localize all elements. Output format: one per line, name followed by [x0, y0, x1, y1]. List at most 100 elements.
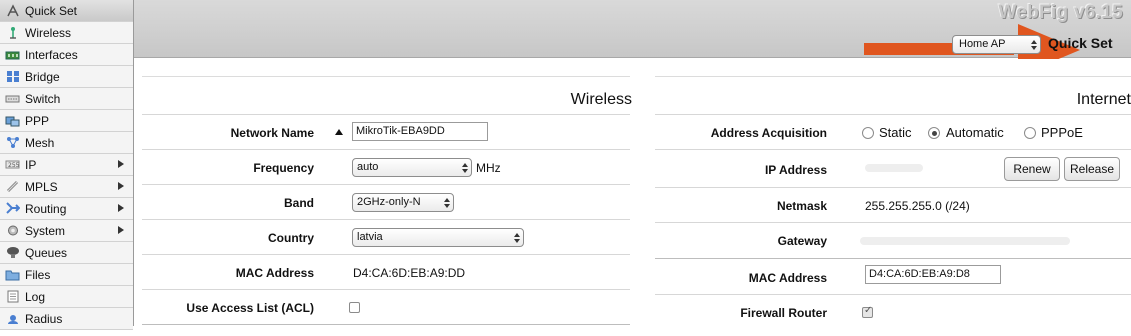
network-name-label: Network Name	[230, 126, 314, 140]
acquisition-static-label[interactable]: Static	[879, 125, 912, 140]
acquisition-automatic-label[interactable]: Automatic	[946, 125, 1004, 140]
sidebar-item-mesh[interactable]: Mesh	[0, 132, 133, 154]
submenu-arrow-icon	[118, 160, 124, 168]
gateway-label: Gateway	[777, 234, 827, 248]
ip-address-label: IP Address	[764, 163, 827, 177]
acquisition-pppoe-radio[interactable]	[1024, 127, 1036, 139]
sidebar-item-radius[interactable]: Radius	[0, 308, 133, 330]
country-select[interactable]: latvia	[352, 228, 524, 247]
frequency-unit: MHz	[476, 161, 501, 175]
header: WebFig v6.15 Home AP Quick Set	[134, 0, 1131, 76]
ip-address-row: IP Address Renew Release	[655, 149, 1131, 187]
wireless-title: Wireless	[570, 91, 632, 108]
main-content: Wireless Network Name MikroTik-EBA9DD Fr…	[134, 59, 1131, 326]
internet-mac-label: MAC Address	[748, 271, 827, 285]
svg-text:255: 255	[8, 162, 20, 169]
sidebar-item-label: Log	[25, 289, 46, 304]
internet-mac-input[interactable]: D4:CA:6D:EB:A9:D8	[865, 265, 1001, 284]
submenu-arrow-icon	[118, 204, 124, 212]
country-select-value: latvia	[357, 231, 383, 243]
wireless-mac-row: MAC Address D4:CA:6D:EB:A9:DD	[142, 254, 630, 289]
wireless-mac-value: D4:CA:6D:EB:A9:DD	[353, 266, 466, 280]
sort-up-icon[interactable]	[335, 129, 343, 135]
band-select[interactable]: 2GHz-only-N	[352, 193, 454, 212]
acl-row: Use Access List (ACL)	[142, 289, 630, 324]
sidebar-item-label: Queues	[25, 245, 68, 260]
frequency-select[interactable]: auto	[352, 158, 472, 177]
sidebar-item-wireless[interactable]: Wireless	[0, 22, 133, 44]
ip-icon: 255	[5, 158, 20, 171]
acquisition-static-radio[interactable]	[862, 127, 874, 139]
release-button[interactable]: Release	[1064, 157, 1120, 181]
sidebar-item-label: Radius	[25, 311, 63, 326]
panel-divider	[655, 76, 1131, 77]
acl-checkbox[interactable]	[349, 302, 360, 313]
sidebar-item-routing[interactable]: Routing	[0, 198, 133, 220]
log-icon	[5, 290, 20, 303]
sidebar-item-label: Files	[25, 267, 51, 282]
sidebar-item-ppp[interactable]: PPP	[0, 110, 133, 132]
acl-label: Use Access List (ACL)	[186, 301, 314, 315]
sidebar-item-system[interactable]: System	[0, 220, 133, 242]
files-icon	[5, 268, 20, 281]
sidebar-item-ip[interactable]: 255 IP	[0, 154, 133, 176]
page-title: Quick Set	[1048, 35, 1113, 51]
wireless-icon	[5, 26, 20, 39]
system-icon	[5, 224, 20, 237]
country-row: Country latvia	[142, 219, 630, 254]
radius-icon	[5, 312, 20, 325]
frequency-row: Frequency auto MHz	[142, 149, 630, 184]
netmask-row: Netmask 255.255.255.0 (/24)	[655, 187, 1131, 222]
mesh-icon	[5, 136, 20, 149]
gateway-value-blurred	[860, 237, 1070, 245]
routing-icon	[5, 202, 20, 215]
firewall-label: Firewall Router	[740, 306, 827, 320]
acquisition-pppoe-label[interactable]: PPPoE	[1041, 125, 1083, 140]
network-name-row: Network Name MikroTik-EBA9DD	[142, 114, 630, 149]
mpls-icon	[5, 180, 20, 193]
band-label: Band	[284, 196, 314, 210]
renew-button[interactable]: Renew	[1004, 157, 1060, 181]
internet-panel: Internet Address Acquisition Static Auto…	[655, 76, 1131, 336]
sidebar-item-queues[interactable]: Queues	[0, 242, 133, 264]
sidebar-item-label: Mesh	[25, 135, 55, 150]
sidebar-item-quick-set[interactable]: Quick Set	[0, 0, 133, 22]
sidebar-item-switch[interactable]: Switch	[0, 88, 133, 110]
sidebar-item-bridge[interactable]: Bridge	[0, 66, 133, 88]
bridge-icon	[5, 70, 20, 83]
ppp-icon	[5, 114, 20, 127]
acquisition-label: Address Acquisition	[710, 126, 827, 140]
wireless-mac-label: MAC Address	[235, 266, 314, 280]
acquisition-row: Address Acquisition Static Automatic PPP…	[655, 114, 1131, 149]
frequency-label: Frequency	[253, 161, 314, 175]
sidebar: Quick Set Wireless Interfaces Bridge Swi…	[0, 0, 134, 330]
sidebar-item-label: PPP	[25, 113, 50, 128]
sidebar-item-files[interactable]: Files	[0, 264, 133, 286]
network-name-input[interactable]: MikroTik-EBA9DD	[352, 122, 488, 141]
mode-select-value: Home AP	[959, 38, 1006, 50]
firewall-checkbox[interactable]	[862, 305, 873, 318]
acquisition-automatic-radio[interactable]	[928, 127, 940, 139]
select-spinner-icon	[444, 198, 450, 208]
queues-icon	[5, 246, 20, 259]
sidebar-item-interfaces[interactable]: Interfaces	[0, 44, 133, 66]
internet-title: Internet	[1076, 91, 1131, 108]
wireless-panel: Wireless Network Name MikroTik-EBA9DD Fr…	[142, 76, 632, 336]
brand-title: WebFig v6.15	[998, 2, 1123, 23]
sidebar-item-log[interactable]: Log	[0, 286, 133, 308]
submenu-arrow-icon	[118, 182, 124, 190]
switch-icon	[5, 92, 20, 105]
sidebar-item-label: Interfaces	[25, 47, 78, 62]
panel-bottom-divider	[142, 324, 630, 325]
sidebar-item-label: MPLS	[25, 179, 58, 194]
mode-select[interactable]: Home AP	[952, 35, 1041, 54]
panel-divider	[142, 76, 630, 77]
internet-mac-row: MAC Address D4:CA:6D:EB:A9:D8	[655, 258, 1131, 294]
submenu-arrow-icon	[118, 226, 124, 234]
sidebar-item-mpls[interactable]: MPLS	[0, 176, 133, 198]
sidebar-item-label: Quick Set	[25, 3, 78, 18]
sidebar-item-label: Bridge	[25, 69, 60, 84]
select-spinner-icon	[514, 233, 520, 243]
band-row: Band 2GHz-only-N	[142, 184, 630, 219]
select-spinner-icon	[1031, 40, 1037, 50]
